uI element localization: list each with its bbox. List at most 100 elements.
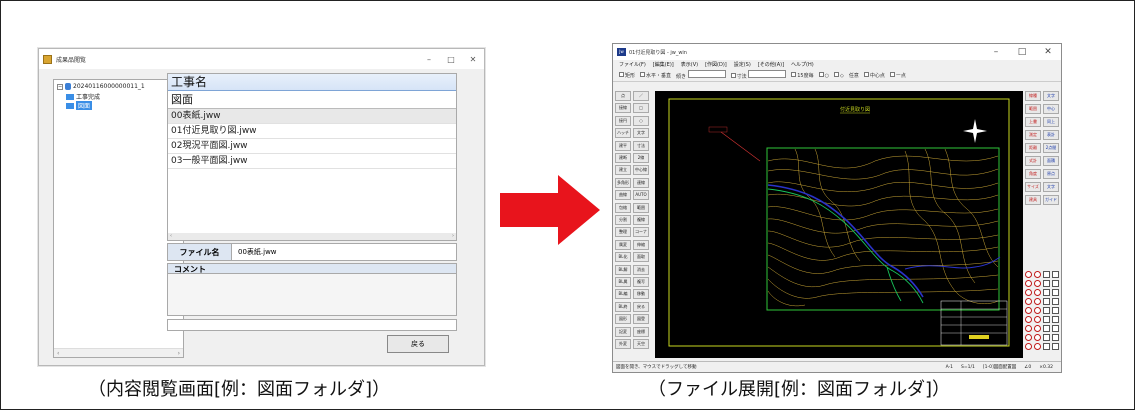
layer-button[interactable] <box>1052 343 1059 350</box>
tool-button[interactable]: 上書 <box>1025 117 1041 127</box>
collapse-icon[interactable]: − <box>57 83 63 90</box>
menu-file[interactable]: ファイル(F) <box>619 61 646 68</box>
tool-button[interactable]: 寸法 <box>633 140 649 151</box>
tool-button[interactable]: AUTO <box>633 190 649 201</box>
tool-button[interactable]: 建平 <box>615 140 631 151</box>
tool-button[interactable]: 接線 <box>615 103 631 114</box>
layer-button[interactable] <box>1052 316 1059 323</box>
toolbar-slope[interactable]: 傾き <box>676 70 726 80</box>
layer-group-button[interactable] <box>1025 307 1032 314</box>
tree-node-child1[interactable]: 工事完成 <box>66 92 100 101</box>
tool-button[interactable]: コーナー <box>633 227 649 238</box>
folder-tree[interactable]: − 20240116000000011_1 工事完成 図面 ‹ › <box>53 79 184 358</box>
file-list[interactable]: 工事名 図面 00表紙.jww 01付近見取り図.jww 02現況平面図.jww… <box>167 73 457 241</box>
tool-button[interactable]: 図登 <box>633 314 649 325</box>
layer-group-button[interactable] <box>1025 316 1032 323</box>
tool-button[interactable]: ○ <box>633 115 649 126</box>
layer-button[interactable] <box>1052 271 1059 278</box>
layer-group-button[interactable] <box>1034 280 1041 287</box>
scroll-left-icon[interactable]: ‹ <box>57 350 59 357</box>
layer-button[interactable] <box>1043 307 1050 314</box>
tool-button[interactable]: 距離 <box>1025 143 1041 153</box>
tool-button[interactable]: 同上 <box>1043 117 1059 127</box>
layer-button[interactable] <box>1043 325 1050 332</box>
maximize-icon[interactable]: □ <box>440 55 462 64</box>
tool-button[interactable]: 建断 <box>615 153 631 163</box>
tool-button[interactable]: 建立 <box>615 165 631 176</box>
menu-view[interactable]: 表示(V) <box>681 61 698 68</box>
tool-button[interactable]: 多角形 <box>615 177 631 188</box>
tool-button[interactable]: 天空 <box>633 339 649 349</box>
tool-button[interactable]: 複線 <box>633 215 649 225</box>
tool-button[interactable]: 2線 <box>633 153 649 163</box>
tool-button[interactable]: 範囲 <box>633 202 649 213</box>
tool-button[interactable]: 整理 <box>615 227 631 238</box>
tool-button[interactable]: 連線 <box>633 177 649 188</box>
tool-button[interactable]: 中心 <box>1043 104 1059 114</box>
tool-button[interactable]: 線種 <box>1025 91 1041 101</box>
layer-button[interactable] <box>1043 271 1050 278</box>
minimize-icon[interactable]: – <box>983 47 1009 57</box>
close-icon[interactable]: ✕ <box>1035 47 1061 57</box>
layer-button[interactable] <box>1043 343 1050 350</box>
tool-button[interactable]: 中心線 <box>633 165 649 176</box>
tool-button[interactable]: 記変 <box>615 326 631 337</box>
scroll-right-icon[interactable]: › <box>452 233 454 240</box>
layer-group-button[interactable] <box>1025 334 1032 341</box>
tool-button[interactable]: 面積 <box>1043 156 1059 166</box>
layer-button[interactable] <box>1052 325 1059 332</box>
layer-group-button[interactable] <box>1025 289 1032 296</box>
tool-button[interactable]: BL終 <box>615 301 631 312</box>
list-scrollbar[interactable]: ‹ › <box>168 233 456 240</box>
menu-help[interactable]: ヘルプ(H) <box>791 61 814 68</box>
tool-button[interactable]: 接円 <box>615 115 631 126</box>
menu-settings[interactable]: 設定(S) <box>734 61 751 68</box>
layer-button[interactable] <box>1043 280 1050 287</box>
tool-button[interactable]: 図形 <box>615 314 631 325</box>
layer-group-button[interactable] <box>1034 298 1041 305</box>
tool-button[interactable]: 点 <box>615 91 631 101</box>
tool-button[interactable]: 式計 <box>1025 156 1041 166</box>
tool-button[interactable]: 属変 <box>615 239 631 250</box>
layer-button[interactable] <box>1052 298 1059 305</box>
layer-group-button[interactable] <box>1034 307 1041 314</box>
drawing-canvas[interactable]: 付近見取り図 <box>655 91 1023 358</box>
layer-group-button[interactable] <box>1034 334 1041 341</box>
tool-button[interactable]: 座標 <box>633 326 649 337</box>
layer-button[interactable] <box>1052 280 1059 287</box>
layer-group-button[interactable] <box>1025 343 1032 350</box>
tool-button[interactable]: 文字 <box>1043 182 1059 192</box>
layer-button[interactable] <box>1052 289 1059 296</box>
toolbar-diamond[interactable]: ◇ <box>834 71 844 79</box>
layer-button[interactable] <box>1043 334 1050 341</box>
layer-group-button[interactable] <box>1025 271 1032 278</box>
tool-button[interactable]: BL化 <box>615 252 631 263</box>
tool-button[interactable]: 消去 <box>633 264 649 275</box>
tree-node-child2[interactable]: 図面 <box>66 101 93 110</box>
maximize-icon[interactable]: □ <box>1009 47 1035 57</box>
toolbar-center[interactable]: 中心点 <box>863 71 885 79</box>
menu-edit[interactable]: [編集(E)] <box>653 61 674 68</box>
file-item[interactable]: 02現況平面図.jww <box>168 139 456 154</box>
tool-button[interactable]: 分割 <box>615 215 631 225</box>
tool-button[interactable]: 伸縮 <box>633 239 649 250</box>
tree-node-root[interactable]: − 20240116000000011_1 <box>57 83 145 90</box>
tool-button[interactable]: 文字 <box>1043 91 1059 101</box>
layer-group-button[interactable] <box>1034 289 1041 296</box>
layer-button[interactable] <box>1043 298 1050 305</box>
tool-button[interactable]: 2点間 <box>1043 143 1059 153</box>
toolbar-15deg[interactable]: 15度毎 <box>791 71 814 79</box>
file-item[interactable]: 03一般平面図.jww <box>168 154 456 169</box>
layer-group-button[interactable] <box>1034 343 1041 350</box>
scroll-left-icon[interactable]: ‹ <box>170 233 172 240</box>
tool-button[interactable]: 戻る <box>633 301 649 312</box>
layer-button[interactable] <box>1043 316 1050 323</box>
minimize-icon[interactable]: – <box>418 55 440 64</box>
tool-button[interactable]: 複写 <box>633 277 649 287</box>
tool-button[interactable]: サイズ <box>1025 182 1041 192</box>
tree-scrollbar[interactable]: ‹ › <box>54 348 183 357</box>
toolbar-hv[interactable]: 水平・垂直 <box>640 71 671 79</box>
tool-button[interactable]: BL属 <box>615 277 631 287</box>
tool-button[interactable]: 包絡 <box>615 202 631 213</box>
back-button[interactable]: 戻る <box>387 335 449 353</box>
